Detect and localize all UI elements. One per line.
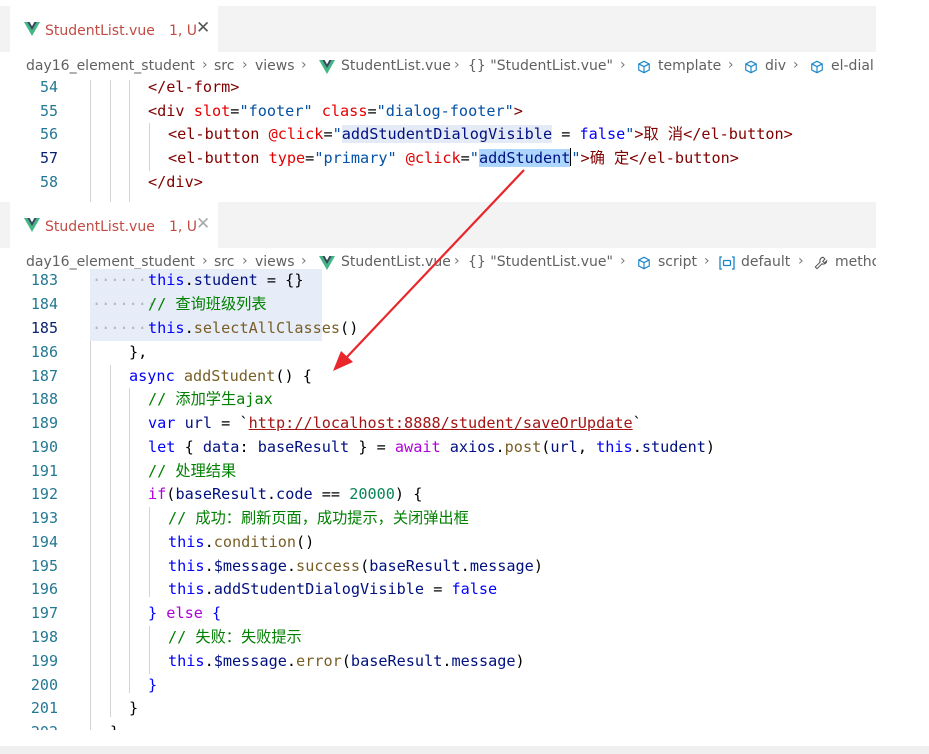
annotation-arrow-icon <box>333 169 525 371</box>
